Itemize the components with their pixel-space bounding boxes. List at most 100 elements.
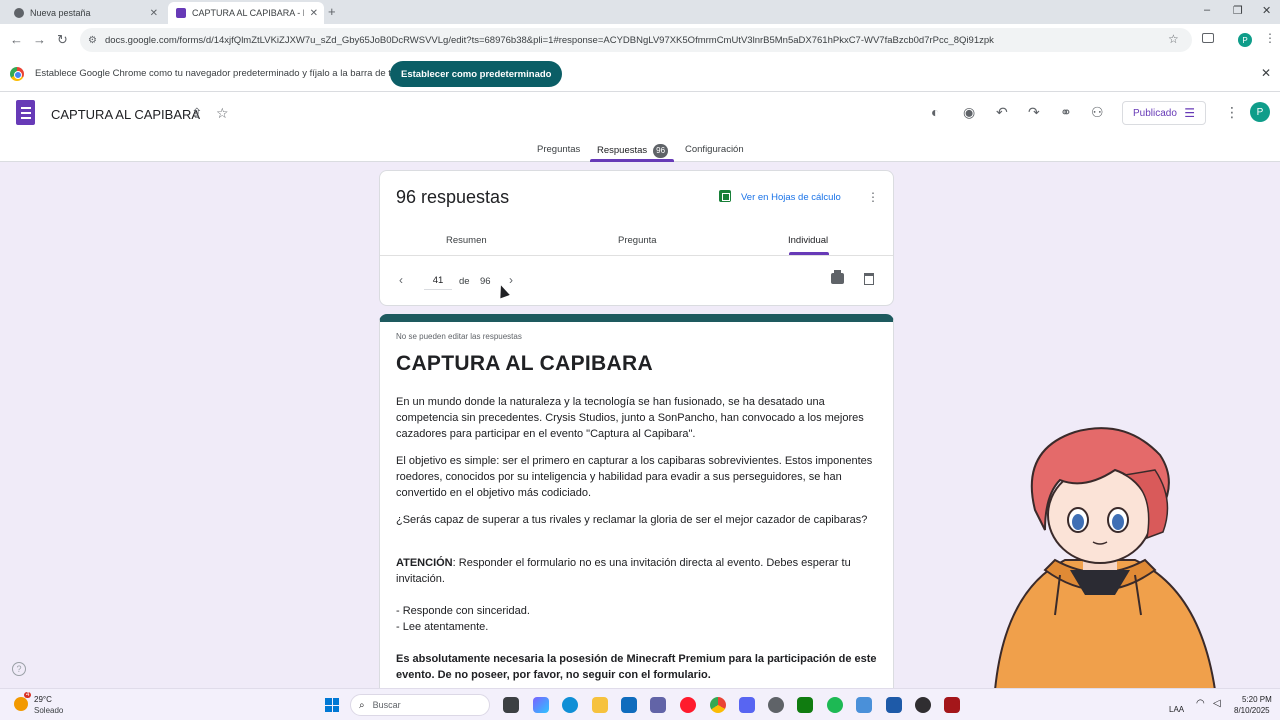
link-icon[interactable]: ⚭ xyxy=(1060,104,1072,121)
description-paragraph: ¿Serás capaz de superar a tus rivales y … xyxy=(396,514,868,526)
clock-date[interactable]: 8/10/2025 xyxy=(1234,706,1270,715)
task-view-icon[interactable] xyxy=(503,697,519,713)
publish-button[interactable]: Publicado ☰ xyxy=(1122,101,1206,125)
reload-icon[interactable]: ↻ xyxy=(57,32,68,48)
taskbar-search-input[interactable]: ⌕ Buscar xyxy=(350,694,490,716)
sheets-icon[interactable] xyxy=(719,190,731,202)
browser-tab-form[interactable]: CAPTURA AL CAPIBARA - Form ✕ xyxy=(168,2,324,24)
delete-icon[interactable] xyxy=(864,273,874,285)
move-to-drive-icon[interactable]: ⇪ xyxy=(191,105,203,122)
tab-title: CAPTURA AL CAPIBARA - Form xyxy=(192,8,304,18)
star-icon[interactable]: ☆ xyxy=(216,105,229,122)
tab-title: Nueva pestaña xyxy=(30,8,91,18)
pager-total: 96 xyxy=(480,276,491,287)
teams-icon[interactable] xyxy=(650,697,666,713)
close-icon[interactable]: ✕ xyxy=(1261,66,1271,80)
window-close-icon[interactable]: ✕ xyxy=(1262,4,1271,17)
browser-tab-new-tab[interactable]: Nueva pestaña ✕ xyxy=(6,2,164,24)
weather-description: Soleado xyxy=(34,706,64,715)
responses-card: 96 respuestas Ver en Hojas de cálculo ⋮ … xyxy=(379,170,894,306)
tab-responses[interactable]: Respuestas 96 xyxy=(597,144,669,158)
browser-tab-strip: Nueva pestaña ✕ CAPTURA AL CAPIBARA - Fo… xyxy=(0,0,1280,24)
wifi-icon[interactable]: ◠ xyxy=(1196,698,1205,709)
back-arrow-icon[interactable]: ← xyxy=(10,32,23,47)
subtab-individual[interactable]: Individual xyxy=(788,235,828,246)
weather-badge: 4 xyxy=(24,692,32,698)
tab-search-icon[interactable] xyxy=(1202,33,1214,43)
discord-icon[interactable] xyxy=(739,697,755,713)
infobar-message: Establece Google Chrome como tu navegado… xyxy=(35,68,415,79)
clock-time[interactable]: 5:20 PM xyxy=(1242,695,1272,704)
publish-label: Publicado xyxy=(1133,107,1177,119)
print-icon[interactable] xyxy=(831,270,844,284)
tab-questions[interactable]: Preguntas xyxy=(537,144,580,155)
redo-icon[interactable]: ↷ xyxy=(1028,104,1040,121)
description-paragraph: En un mundo donde la naturaleza y la tec… xyxy=(396,396,864,440)
address-bar-row: ← → ↻ ⚙ docs.google.com/forms/d/14xjfQlm… xyxy=(0,24,1280,56)
profile-icon[interactable]: P xyxy=(1238,33,1252,47)
app-icon[interactable] xyxy=(886,697,902,713)
subtab-question[interactable]: Pregunta xyxy=(618,235,657,246)
close-icon[interactable]: ✕ xyxy=(150,8,158,19)
help-icon[interactable]: ? xyxy=(12,662,26,676)
maximize-icon[interactable]: ❐ xyxy=(1233,4,1243,17)
photos-icon[interactable] xyxy=(856,697,872,713)
response-number-input[interactable]: 41 xyxy=(424,272,452,290)
form-title[interactable]: CAPTURA AL CAPIBARA xyxy=(51,107,200,122)
mouse-cursor-icon xyxy=(496,283,510,299)
description-paragraph: El objetivo es simple: ser el primero en… xyxy=(396,455,873,499)
windows-start-icon[interactable] xyxy=(325,698,339,712)
bookmark-star-icon[interactable]: ☆ xyxy=(1168,32,1179,46)
palette-icon[interactable]: ◐ xyxy=(931,104,939,120)
form-heading: CAPTURA AL CAPIBARA xyxy=(396,352,653,375)
undo-icon[interactable]: ↶ xyxy=(996,104,1008,121)
edge-icon[interactable] xyxy=(562,697,578,713)
no-edit-notice: No se pueden editar las respuestas xyxy=(396,332,522,341)
responses-count: 96 respuestas xyxy=(396,187,510,207)
next-response-icon[interactable]: › xyxy=(509,273,513,287)
subtab-summary[interactable]: Resumen xyxy=(446,235,487,246)
divider xyxy=(380,255,893,256)
tab-settings[interactable]: Configuración xyxy=(685,144,744,155)
avatar-character-image xyxy=(993,427,1217,691)
attention-text: : Responder el formulario no es una invi… xyxy=(396,557,851,585)
outlook-icon[interactable] xyxy=(621,697,637,713)
opera-icon[interactable] xyxy=(680,697,696,713)
more-options-icon[interactable]: ⋮ xyxy=(867,190,879,204)
preview-eye-icon[interactable]: ◉ xyxy=(963,104,975,121)
xbox-icon[interactable] xyxy=(797,697,813,713)
app-icon[interactable] xyxy=(944,697,960,713)
forms-favicon-icon xyxy=(176,8,186,18)
volume-icon[interactable]: ◁ xyxy=(1213,698,1221,709)
site-info-icon[interactable]: ⚙ xyxy=(88,35,97,46)
avatar[interactable]: P xyxy=(1250,102,1270,122)
add-collaborator-icon[interactable]: ⚇ xyxy=(1091,104,1104,121)
file-explorer-icon[interactable] xyxy=(592,697,608,713)
spotify-icon[interactable] xyxy=(827,697,843,713)
new-tab-plus-icon[interactable]: + xyxy=(328,4,336,19)
language-indicator[interactable]: LAA xyxy=(1169,705,1184,714)
globe-icon xyxy=(14,8,24,18)
url-input[interactable]: ⚙ docs.google.com/forms/d/14xjfQlmZtLVKi… xyxy=(80,28,1192,52)
copilot-icon[interactable] xyxy=(533,697,549,713)
forward-arrow-icon[interactable]: → xyxy=(33,32,46,47)
browser-menu-icon[interactable]: ⋮ xyxy=(1264,31,1276,45)
view-in-sheets-link[interactable]: Ver en Hojas de cálculo xyxy=(741,192,841,203)
minimize-icon[interactable]: – xyxy=(1204,4,1210,16)
active-tab-indicator xyxy=(590,159,674,162)
set-default-button[interactable]: Establecer como predeterminado xyxy=(390,61,563,87)
close-icon[interactable]: ✕ xyxy=(310,8,318,19)
responses-count-badge: 96 xyxy=(653,144,669,158)
obs-icon[interactable] xyxy=(915,697,931,713)
chrome-logo-icon xyxy=(10,67,24,81)
attention-paragraph: ATENCIÓN: Responder el formulario no es … xyxy=(396,555,880,587)
search-placeholder: Buscar xyxy=(372,700,401,710)
more-options-icon[interactable]: ⋮ xyxy=(1225,104,1239,121)
previous-response-icon[interactable]: ‹ xyxy=(399,273,403,287)
tab-responses-label: Respuestas xyxy=(597,145,648,156)
settings-gear-icon[interactable] xyxy=(768,697,784,713)
sliders-icon: ☰ xyxy=(1184,106,1195,120)
weather-sun-icon[interactable] xyxy=(14,697,28,711)
chrome-taskbar-icon[interactable] xyxy=(710,697,726,713)
forms-logo-icon[interactable] xyxy=(16,100,35,125)
